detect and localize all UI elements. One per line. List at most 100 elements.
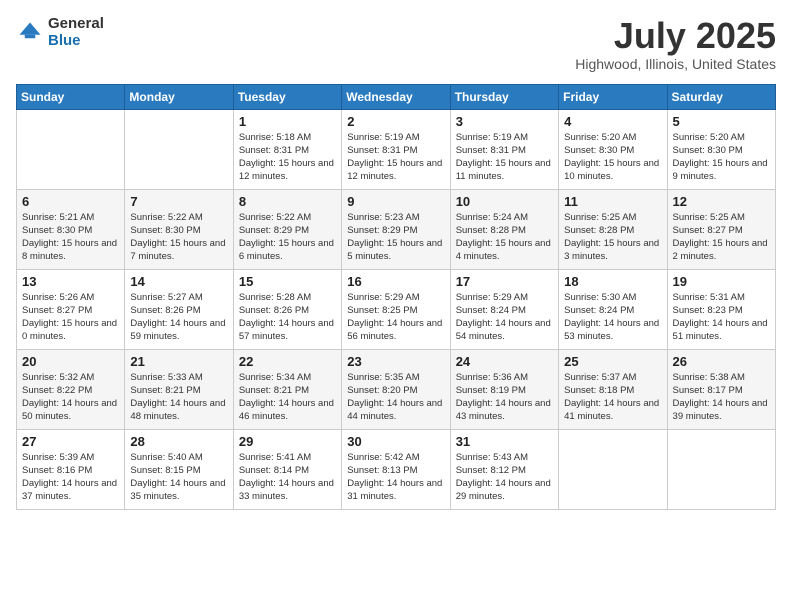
header-day: Monday bbox=[125, 84, 233, 109]
day-info: Sunrise: 5:29 AMSunset: 8:25 PMDaylight:… bbox=[347, 291, 444, 344]
logo-icon bbox=[16, 19, 44, 47]
day-info: Sunrise: 5:29 AMSunset: 8:24 PMDaylight:… bbox=[456, 291, 553, 344]
logo-blue: Blue bbox=[48, 33, 104, 50]
calendar-week-row: 6 Sunrise: 5:21 AMSunset: 8:30 PMDaylight… bbox=[17, 189, 776, 269]
day-number: 26 bbox=[673, 354, 770, 369]
calendar-cell: 20 Sunrise: 5:32 AMSunset: 8:22 PMDayligh… bbox=[17, 349, 125, 429]
calendar-cell: 16 Sunrise: 5:29 AMSunset: 8:25 PMDayligh… bbox=[342, 269, 450, 349]
logo-general: General bbox=[48, 16, 104, 33]
day-info: Sunrise: 5:33 AMSunset: 8:21 PMDaylight:… bbox=[130, 371, 227, 424]
day-number: 30 bbox=[347, 434, 444, 449]
day-info: Sunrise: 5:25 AMSunset: 8:28 PMDaylight:… bbox=[564, 211, 661, 264]
day-number: 15 bbox=[239, 274, 336, 289]
day-info: Sunrise: 5:31 AMSunset: 8:23 PMDaylight:… bbox=[673, 291, 770, 344]
day-number: 19 bbox=[673, 274, 770, 289]
day-info: Sunrise: 5:21 AMSunset: 8:30 PMDaylight:… bbox=[22, 211, 119, 264]
calendar-cell: 6 Sunrise: 5:21 AMSunset: 8:30 PMDaylight… bbox=[17, 189, 125, 269]
header-day: Wednesday bbox=[342, 84, 450, 109]
calendar-body: 1Sunrise: 5:18 AMSunset: 8:31 PMDaylight… bbox=[17, 109, 776, 509]
day-number: 16 bbox=[347, 274, 444, 289]
day-number: 24 bbox=[456, 354, 553, 369]
calendar-cell: 27Sunrise: 5:39 AMSunset: 8:16 PMDayligh… bbox=[17, 429, 125, 509]
calendar-header: SundayMondayTuesdayWednesdayThursdayFrid… bbox=[17, 84, 776, 109]
calendar-cell: 10Sunrise: 5:24 AMSunset: 8:28 PMDayligh… bbox=[450, 189, 558, 269]
day-info: Sunrise: 5:43 AMSunset: 8:12 PMDaylight:… bbox=[456, 451, 553, 504]
day-info: Sunrise: 5:20 AMSunset: 8:30 PMDaylight:… bbox=[673, 131, 770, 184]
day-number: 3 bbox=[456, 114, 553, 129]
calendar-cell: 18 Sunrise: 5:30 AMSunset: 8:24 PMDayligh… bbox=[559, 269, 667, 349]
header-day: Thursday bbox=[450, 84, 558, 109]
calendar-cell: 28Sunrise: 5:40 AMSunset: 8:15 PMDayligh… bbox=[125, 429, 233, 509]
day-info: Sunrise: 5:22 AMSunset: 8:30 PMDaylight:… bbox=[130, 211, 227, 264]
day-info: Sunrise: 5:27 AMSunset: 8:26 PMDaylight:… bbox=[130, 291, 227, 344]
day-info: Sunrise: 5:30 AMSunset: 8:24 PMDaylight:… bbox=[564, 291, 661, 344]
month-title: July 2025 bbox=[575, 16, 776, 56]
day-number: 21 bbox=[130, 354, 227, 369]
day-number: 20 bbox=[22, 354, 119, 369]
day-number: 4 bbox=[564, 114, 661, 129]
calendar-week-row: 20 Sunrise: 5:32 AMSunset: 8:22 PMDayligh… bbox=[17, 349, 776, 429]
day-info: Sunrise: 5:42 AMSunset: 8:13 PMDaylight:… bbox=[347, 451, 444, 504]
calendar-cell: 14 Sunrise: 5:27 AMSunset: 8:26 PMDayligh… bbox=[125, 269, 233, 349]
calendar-cell: 19 Sunrise: 5:31 AMSunset: 8:23 PMDayligh… bbox=[667, 269, 775, 349]
day-number: 18 bbox=[564, 274, 661, 289]
header-day: Sunday bbox=[17, 84, 125, 109]
day-number: 9 bbox=[347, 194, 444, 209]
day-info: Sunrise: 5:35 AMSunset: 8:20 PMDaylight:… bbox=[347, 371, 444, 424]
day-number: 1 bbox=[239, 114, 336, 129]
calendar-cell: 23 Sunrise: 5:35 AMSunset: 8:20 PMDayligh… bbox=[342, 349, 450, 429]
day-info: Sunrise: 5:26 AMSunset: 8:27 PMDaylight:… bbox=[22, 291, 119, 344]
calendar-cell: 21 Sunrise: 5:33 AMSunset: 8:21 PMDayligh… bbox=[125, 349, 233, 429]
calendar-week-row: 1Sunrise: 5:18 AMSunset: 8:31 PMDaylight… bbox=[17, 109, 776, 189]
day-number: 14 bbox=[130, 274, 227, 289]
calendar-cell: 11 Sunrise: 5:25 AMSunset: 8:28 PMDayligh… bbox=[559, 189, 667, 269]
calendar-cell: 5Sunrise: 5:20 AMSunset: 8:30 PMDaylight… bbox=[667, 109, 775, 189]
header-day: Tuesday bbox=[233, 84, 341, 109]
logo: General Blue bbox=[16, 16, 104, 49]
day-number: 7 bbox=[130, 194, 227, 209]
calendar-cell bbox=[125, 109, 233, 189]
day-number: 8 bbox=[239, 194, 336, 209]
calendar-cell: 15 Sunrise: 5:28 AMSunset: 8:26 PMDayligh… bbox=[233, 269, 341, 349]
calendar-cell: 9 Sunrise: 5:23 AMSunset: 8:29 PMDaylight… bbox=[342, 189, 450, 269]
calendar-cell: 1Sunrise: 5:18 AMSunset: 8:31 PMDaylight… bbox=[233, 109, 341, 189]
day-number: 22 bbox=[239, 354, 336, 369]
day-info: Sunrise: 5:34 AMSunset: 8:21 PMDaylight:… bbox=[239, 371, 336, 424]
day-info: Sunrise: 5:20 AMSunset: 8:30 PMDaylight:… bbox=[564, 131, 661, 184]
logo-text: General Blue bbox=[48, 16, 104, 49]
day-number: 6 bbox=[22, 194, 119, 209]
day-info: Sunrise: 5:24 AMSunset: 8:28 PMDaylight:… bbox=[456, 211, 553, 264]
day-number: 28 bbox=[130, 434, 227, 449]
day-info: Sunrise: 5:25 AMSunset: 8:27 PMDaylight:… bbox=[673, 211, 770, 264]
calendar-cell: 3Sunrise: 5:19 AMSunset: 8:31 PMDaylight… bbox=[450, 109, 558, 189]
day-info: Sunrise: 5:39 AMSunset: 8:16 PMDaylight:… bbox=[22, 451, 119, 504]
calendar-week-row: 13 Sunrise: 5:26 AMSunset: 8:27 PMDayligh… bbox=[17, 269, 776, 349]
calendar-cell: 2Sunrise: 5:19 AMSunset: 8:31 PMDaylight… bbox=[342, 109, 450, 189]
calendar-cell bbox=[17, 109, 125, 189]
calendar-cell bbox=[667, 429, 775, 509]
day-info: Sunrise: 5:32 AMSunset: 8:22 PMDaylight:… bbox=[22, 371, 119, 424]
day-info: Sunrise: 5:41 AMSunset: 8:14 PMDaylight:… bbox=[239, 451, 336, 504]
day-number: 25 bbox=[564, 354, 661, 369]
day-info: Sunrise: 5:37 AMSunset: 8:18 PMDaylight:… bbox=[564, 371, 661, 424]
header-day: Saturday bbox=[667, 84, 775, 109]
calendar-cell: 31Sunrise: 5:43 AMSunset: 8:12 PMDayligh… bbox=[450, 429, 558, 509]
page-header: General Blue July 2025 Highwood, Illinoi… bbox=[16, 16, 776, 72]
calendar-cell: 30 Sunrise: 5:42 AMSunset: 8:13 PMDayligh… bbox=[342, 429, 450, 509]
calendar-week-row: 27Sunrise: 5:39 AMSunset: 8:16 PMDayligh… bbox=[17, 429, 776, 509]
calendar-cell: 12Sunrise: 5:25 AMSunset: 8:27 PMDayligh… bbox=[667, 189, 775, 269]
day-info: Sunrise: 5:23 AMSunset: 8:29 PMDaylight:… bbox=[347, 211, 444, 264]
day-number: 11 bbox=[564, 194, 661, 209]
day-info: Sunrise: 5:28 AMSunset: 8:26 PMDaylight:… bbox=[239, 291, 336, 344]
calendar-cell: 7 Sunrise: 5:22 AMSunset: 8:30 PMDaylight… bbox=[125, 189, 233, 269]
day-info: Sunrise: 5:22 AMSunset: 8:29 PMDaylight:… bbox=[239, 211, 336, 264]
day-number: 23 bbox=[347, 354, 444, 369]
calendar-cell: 8 Sunrise: 5:22 AMSunset: 8:29 PMDaylight… bbox=[233, 189, 341, 269]
calendar-cell: 24 Sunrise: 5:36 AMSunset: 8:19 PMDayligh… bbox=[450, 349, 558, 429]
location-title: Highwood, Illinois, United States bbox=[575, 56, 776, 72]
day-info: Sunrise: 5:36 AMSunset: 8:19 PMDaylight:… bbox=[456, 371, 553, 424]
day-number: 13 bbox=[22, 274, 119, 289]
header-day: Friday bbox=[559, 84, 667, 109]
calendar-cell: 13 Sunrise: 5:26 AMSunset: 8:27 PMDayligh… bbox=[17, 269, 125, 349]
calendar-cell bbox=[559, 429, 667, 509]
